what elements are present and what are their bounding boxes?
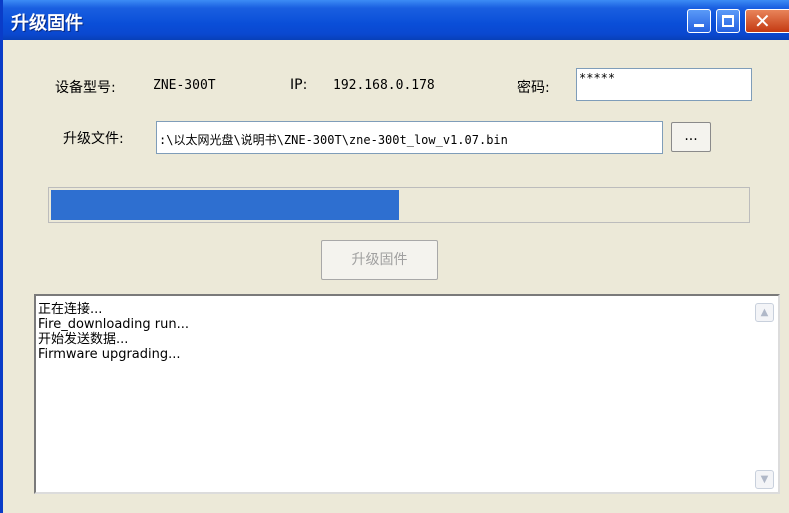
log-lines: 正在连接... Fire_downloading run... 开始发送数据... F… bbox=[38, 302, 189, 362]
upgrade-file-path: :\以太网光盘\说明书\ZNE-300T\zne-300t_low_v1.07.… bbox=[159, 133, 508, 147]
upgrade-firmware-button-label: 升级固件 bbox=[351, 252, 408, 268]
browse-button[interactable]: ... bbox=[671, 122, 711, 152]
upgrade-firmware-button[interactable]: 升级固件 bbox=[321, 240, 438, 280]
title-bar[interactable]: 升级固件 ✕ bbox=[3, 0, 789, 40]
upgrade-file-label: 升级文件: bbox=[63, 131, 124, 147]
upgrade-file-path-field[interactable]: :\以太网光盘\说明书\ZNE-300T\zne-300t_low_v1.07.… bbox=[156, 121, 663, 154]
ip-value: 192.168.0.178 bbox=[333, 78, 435, 93]
minimize-button[interactable] bbox=[687, 9, 711, 33]
device-model-label: 设备型号: bbox=[55, 80, 116, 96]
progress-fill bbox=[51, 190, 399, 220]
maximize-button[interactable] bbox=[716, 9, 740, 33]
scroll-up-icon[interactable]: ▲ bbox=[755, 303, 774, 322]
maximize-icon bbox=[722, 15, 734, 27]
log-textarea[interactable]: 正在连接... Fire_downloading run... 开始发送数据... F… bbox=[34, 294, 780, 494]
log-line: 正在连接... bbox=[38, 302, 103, 317]
log-line: 开始发送数据... bbox=[38, 332, 129, 347]
browse-button-label: ... bbox=[684, 128, 698, 144]
log-line: Fire_downloading run... bbox=[38, 317, 190, 332]
upgrade-firmware-window: 升级固件 ✕ 设备型号: ZNE-300T IP: 192.168.0.178 … bbox=[0, 0, 789, 513]
vertical-scrollbar[interactable]: ▲ ▼ bbox=[752, 296, 778, 492]
device-model-value: ZNE-300T bbox=[153, 78, 216, 93]
close-button[interactable]: ✕ bbox=[745, 9, 789, 33]
minimize-icon bbox=[694, 24, 704, 27]
password-field[interactable]: ***** bbox=[576, 68, 752, 101]
ip-label: IP: bbox=[290, 77, 308, 93]
password-value: ***** bbox=[579, 71, 616, 85]
log-line: Firmware upgrading... bbox=[38, 347, 181, 362]
window-title: 升级固件 bbox=[11, 13, 83, 34]
close-icon: ✕ bbox=[754, 9, 771, 33]
password-label: 密码: bbox=[517, 80, 550, 96]
scroll-down-icon[interactable]: ▼ bbox=[755, 470, 774, 489]
upgrade-progress-bar bbox=[48, 187, 750, 223]
